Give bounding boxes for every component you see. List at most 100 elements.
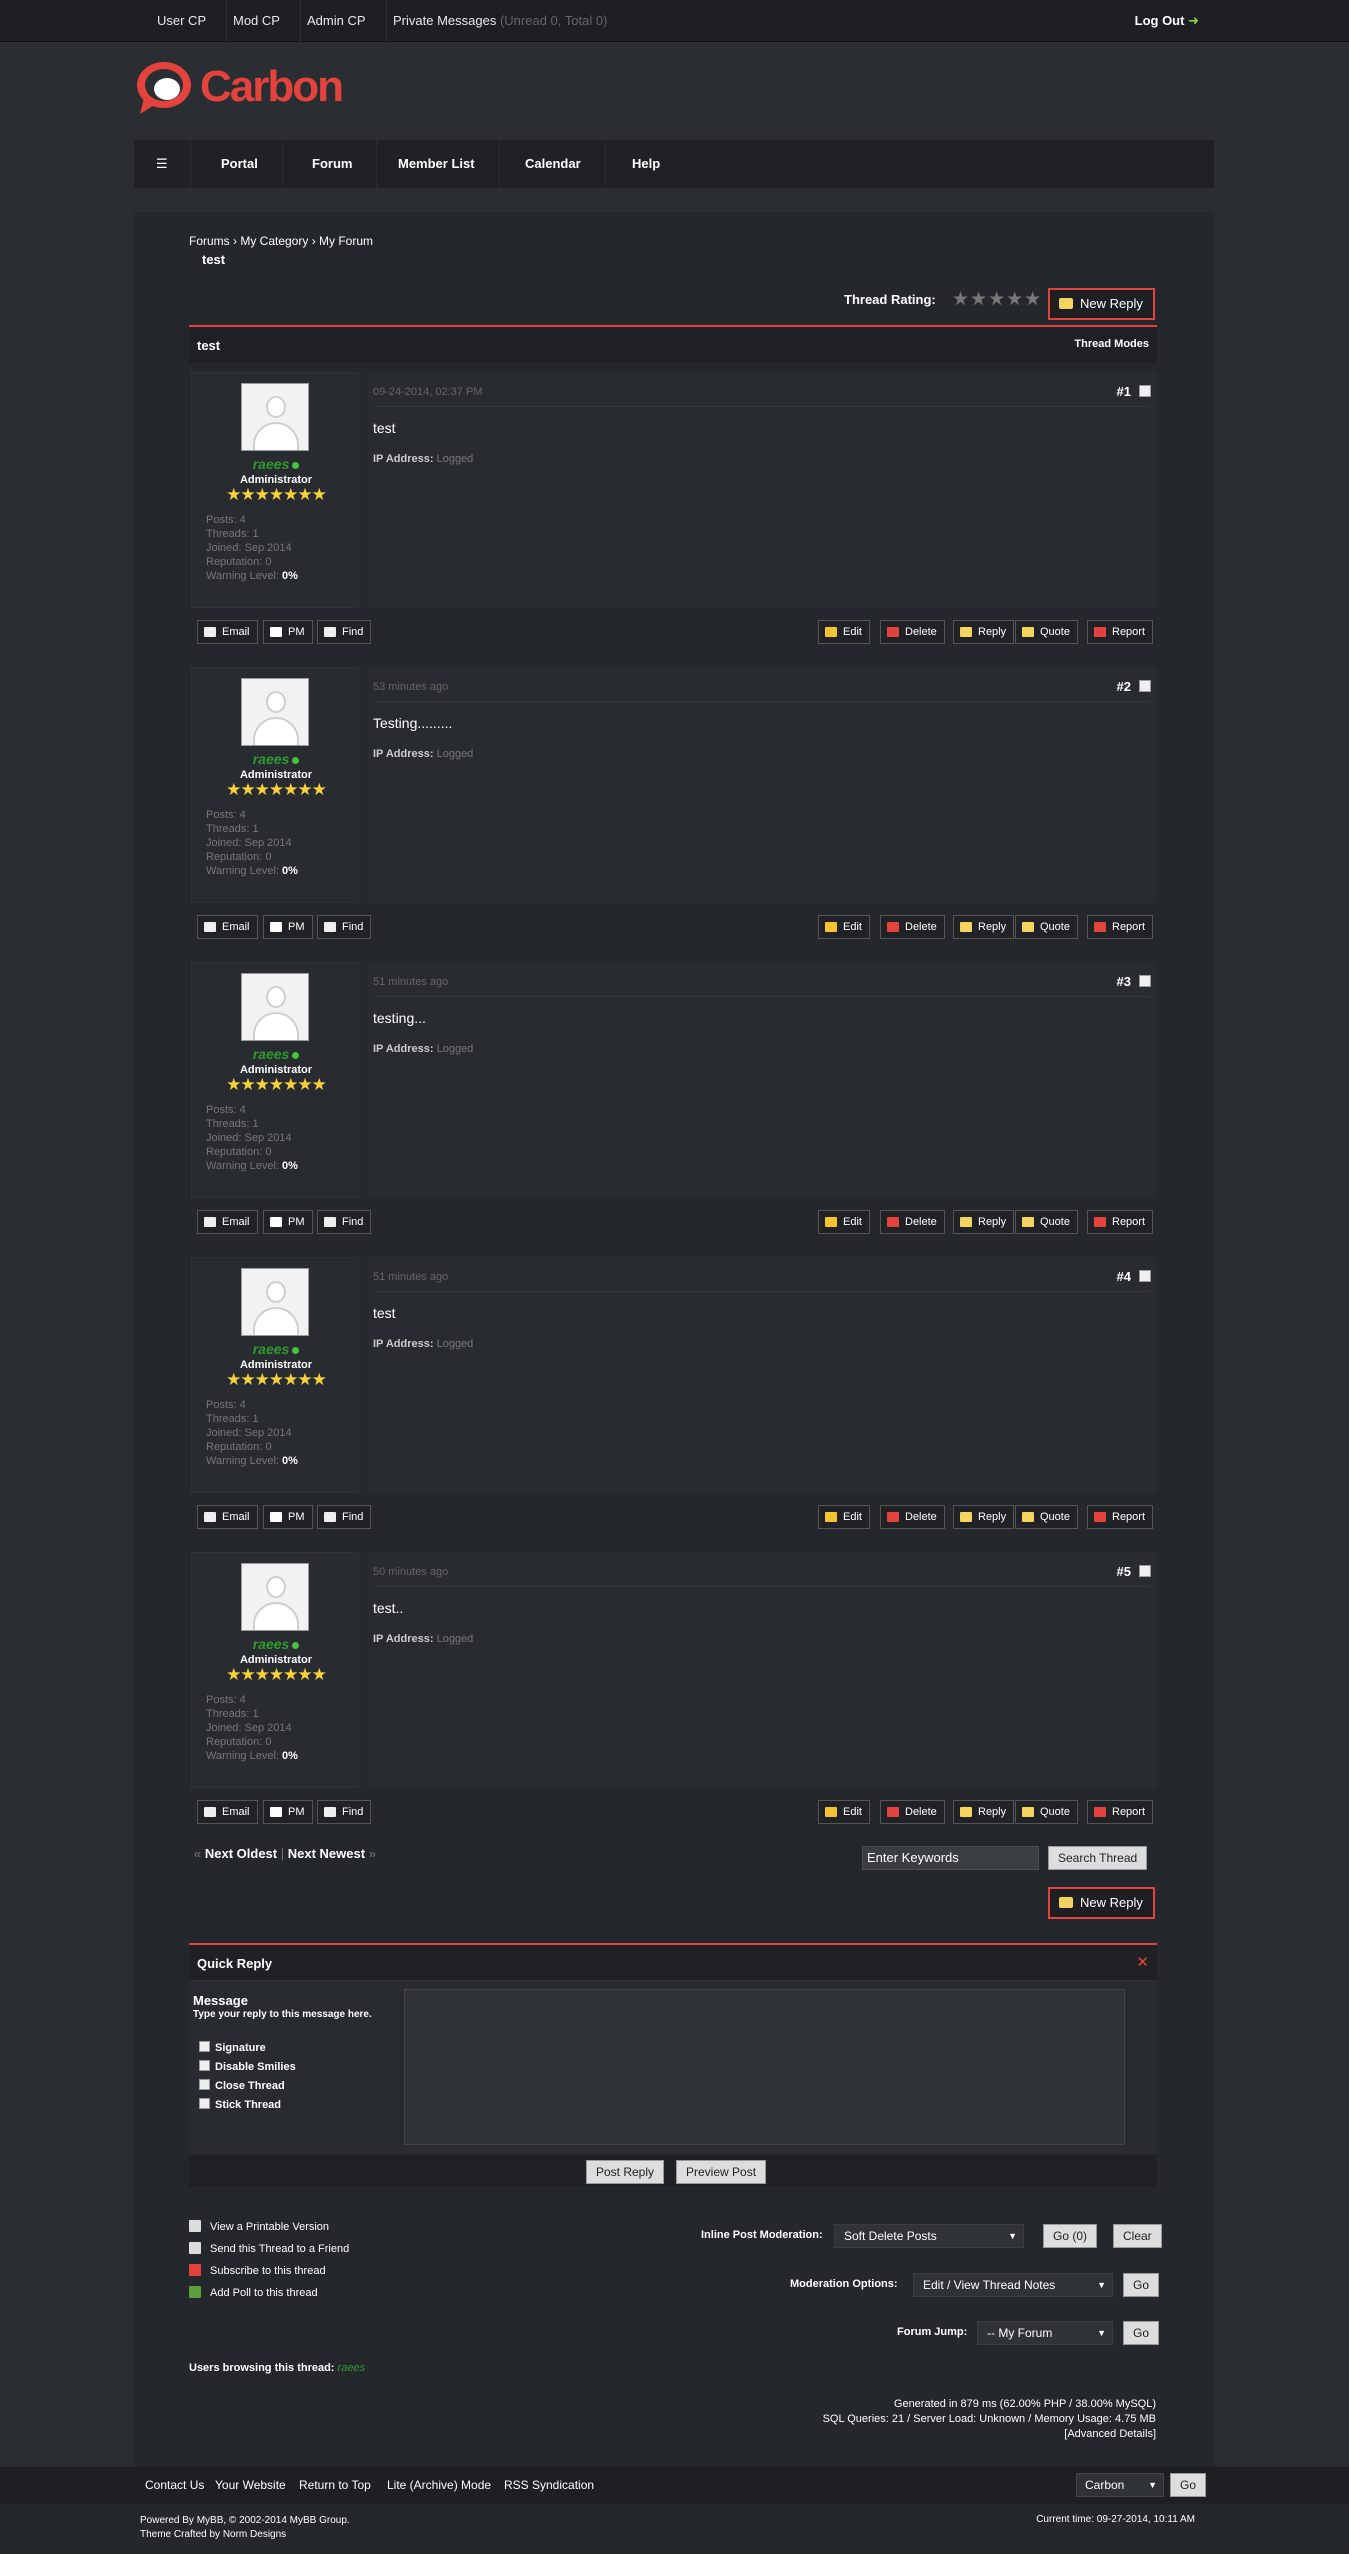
reply-textarea[interactable]	[404, 1989, 1125, 2145]
quote-button[interactable]: Quote	[1015, 1210, 1078, 1234]
find-button[interactable]: Find	[317, 1800, 372, 1824]
avatar[interactable]	[241, 1563, 309, 1631]
edit-button[interactable]: Edit	[818, 1505, 870, 1529]
find-button[interactable]: Find	[317, 915, 372, 939]
pm-button[interactable]: PM	[263, 1800, 313, 1824]
pm-button[interactable]: PM	[263, 1505, 313, 1529]
post-select-checkbox[interactable]	[1139, 680, 1151, 692]
avatar[interactable]	[241, 383, 309, 451]
thread-rating-stars[interactable]: ★★★★★	[952, 288, 1042, 311]
email-button[interactable]: Email	[197, 1800, 258, 1824]
author-name[interactable]: raees	[192, 1046, 360, 1062]
browsing-user-link[interactable]: raees	[338, 2362, 366, 2374]
new-reply-button-bottom[interactable]: New Reply	[1048, 1887, 1155, 1919]
email-button[interactable]: Email	[197, 1210, 258, 1234]
moderation-options-select[interactable]: Edit / View Thread Notes ▼	[913, 2273, 1113, 2297]
thread-modes-link[interactable]: Thread Modes	[1074, 338, 1149, 350]
delete-button[interactable]: Delete	[880, 1505, 945, 1529]
report-button[interactable]: Report	[1087, 1800, 1154, 1824]
avatar[interactable]	[241, 1268, 309, 1336]
edit-button[interactable]: Edit	[818, 620, 870, 644]
close-thread-checkbox[interactable]: Close Thread	[199, 2079, 285, 2092]
nav-portal[interactable]: Portal	[197, 140, 283, 188]
site-logo[interactable]: Carbon	[134, 58, 364, 118]
author-name[interactable]: raees	[192, 456, 360, 472]
private-messages-link[interactable]: Private Messages (Unread 0, Total 0)	[373, 0, 627, 42]
theme-go-button[interactable]: Go	[1170, 2473, 1207, 2497]
signature-checkbox[interactable]: Signature	[199, 2041, 266, 2054]
menu-icon[interactable]: ☰	[134, 140, 191, 188]
avatar[interactable]	[241, 973, 309, 1041]
admin-cp-link[interactable]: Admin CP	[287, 0, 387, 42]
pm-button[interactable]: PM	[263, 620, 313, 644]
post-number-link[interactable]: #4	[1117, 1269, 1131, 1284]
quote-button[interactable]: Quote	[1015, 1800, 1078, 1824]
reply-button[interactable]: Reply	[953, 1210, 1015, 1234]
post-select-checkbox[interactable]	[1139, 1565, 1151, 1577]
contact-us-link[interactable]: Contact Us	[145, 2478, 204, 2492]
pm-button[interactable]: PM	[263, 1210, 313, 1234]
report-button[interactable]: Report	[1087, 1505, 1154, 1529]
post-number-link[interactable]: #2	[1117, 679, 1131, 694]
lite-mode-link[interactable]: Lite (Archive) Mode	[387, 2478, 491, 2492]
post-select-checkbox[interactable]	[1139, 975, 1151, 987]
stick-thread-checkbox[interactable]: Stick Thread	[199, 2098, 281, 2111]
reply-button[interactable]: Reply	[953, 915, 1015, 939]
logout-link[interactable]: Log Out ➜	[1135, 0, 1199, 42]
clear-button[interactable]: Clear	[1113, 2224, 1162, 2248]
author-name[interactable]: raees	[192, 1636, 360, 1652]
send-friend-link[interactable]: Send this Thread to a Friend	[189, 2238, 349, 2260]
next-oldest-link[interactable]: Next Oldest	[205, 1846, 277, 1861]
inline-go-button[interactable]: Go (0)	[1043, 2224, 1098, 2248]
quote-button[interactable]: Quote	[1015, 1505, 1078, 1529]
email-button[interactable]: Email	[197, 915, 258, 939]
find-button[interactable]: Find	[317, 620, 372, 644]
new-reply-button[interactable]: New Reply	[1048, 288, 1155, 320]
edit-button[interactable]: Edit	[818, 1210, 870, 1234]
post-number-link[interactable]: #3	[1117, 974, 1131, 989]
reply-button[interactable]: Reply	[953, 620, 1015, 644]
collapse-icon[interactable]: ✕	[1136, 1953, 1149, 1971]
reply-button[interactable]: Reply	[953, 1505, 1015, 1529]
forum-jump-go-button[interactable]: Go	[1123, 2321, 1160, 2345]
delete-button[interactable]: Delete	[880, 915, 945, 939]
quote-button[interactable]: Quote	[1015, 620, 1078, 644]
advanced-details-link[interactable]: [Advanced Details]	[823, 2427, 1156, 2442]
report-button[interactable]: Report	[1087, 620, 1154, 644]
breadcrumb[interactable]: Forums › My Category › My Forum	[189, 234, 373, 248]
forum-jump-select[interactable]: -- My Forum ▼	[977, 2321, 1113, 2345]
post-number-link[interactable]: #1	[1117, 384, 1131, 399]
post-reply-button[interactable]: Post Reply	[586, 2160, 665, 2184]
delete-button[interactable]: Delete	[880, 620, 945, 644]
post-select-checkbox[interactable]	[1139, 385, 1151, 397]
nav-member-list[interactable]: Member List	[374, 140, 500, 188]
subscribe-link[interactable]: Subscribe to this thread	[189, 2260, 349, 2282]
inline-moderation-select[interactable]: Soft Delete Posts ▼	[834, 2224, 1024, 2248]
moderation-go-button[interactable]: Go	[1123, 2273, 1160, 2297]
search-keywords-input[interactable]: Enter Keywords	[862, 1846, 1039, 1870]
report-button[interactable]: Report	[1087, 1210, 1154, 1234]
edit-button[interactable]: Edit	[818, 1800, 870, 1824]
report-button[interactable]: Report	[1087, 915, 1154, 939]
quote-button[interactable]: Quote	[1015, 915, 1078, 939]
avatar[interactable]	[241, 678, 309, 746]
preview-post-button[interactable]: Preview Post	[676, 2160, 767, 2184]
add-poll-link[interactable]: Add Poll to this thread	[189, 2282, 349, 2304]
search-thread-button[interactable]: Search Thread	[1048, 1846, 1148, 1870]
post-select-checkbox[interactable]	[1139, 1270, 1151, 1282]
email-button[interactable]: Email	[197, 620, 258, 644]
find-button[interactable]: Find	[317, 1210, 372, 1234]
your-website-link[interactable]: Your Website	[215, 2478, 286, 2492]
nav-help[interactable]: Help	[608, 140, 684, 188]
delete-button[interactable]: Delete	[880, 1800, 945, 1824]
theme-select[interactable]: Carbon ▼	[1076, 2473, 1164, 2497]
nav-forum[interactable]: Forum	[288, 140, 378, 188]
author-name[interactable]: raees	[192, 751, 360, 767]
author-name[interactable]: raees	[192, 1341, 360, 1357]
disable-smilies-checkbox[interactable]: Disable Smilies	[199, 2060, 296, 2073]
rss-link[interactable]: RSS Syndication	[504, 2478, 594, 2492]
pm-button[interactable]: PM	[263, 915, 313, 939]
return-to-top-link[interactable]: Return to Top	[299, 2478, 371, 2492]
find-button[interactable]: Find	[317, 1505, 372, 1529]
reply-button[interactable]: Reply	[953, 1800, 1015, 1824]
